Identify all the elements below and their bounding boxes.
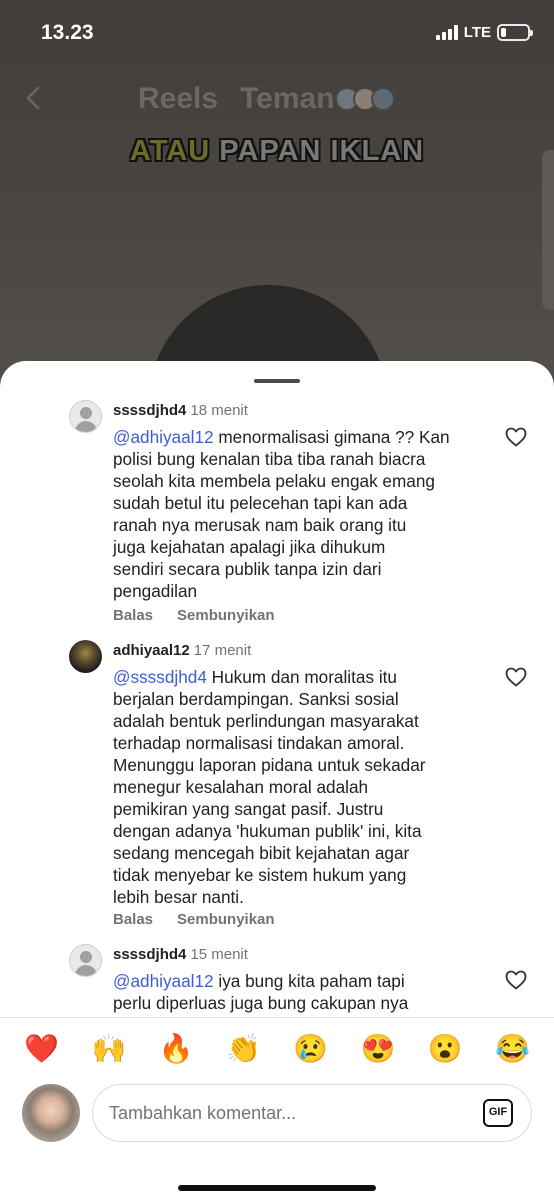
status-indicators: LTE xyxy=(435,24,533,41)
reaction-clapping[interactable]: 👏 xyxy=(223,1032,263,1066)
tab-reels[interactable]: Reels xyxy=(138,82,218,116)
comment-line: adalah bentuk perlindungan masyarakat xyxy=(113,711,419,731)
comment-time: 18 menit xyxy=(190,402,248,419)
home-indicator xyxy=(178,1185,376,1191)
comment-mention[interactable]: @ssssdjhd4 xyxy=(113,667,207,687)
comment-line: menegur kesalahan moral adalah xyxy=(113,777,369,797)
reply-button[interactable]: Balas xyxy=(113,607,153,624)
comment-actions: Balas Sembunyikan xyxy=(113,607,275,624)
battery-icon xyxy=(497,24,533,41)
hide-button[interactable]: Sembunyikan xyxy=(177,911,275,928)
back-arrow-icon[interactable] xyxy=(22,86,46,110)
reel-caption-highlight: ATAU xyxy=(129,135,211,167)
comment-mention[interactable]: @adhiyaal12 xyxy=(113,427,214,447)
network-type: LTE xyxy=(463,24,491,41)
comment-username[interactable]: ssssdjhd4 xyxy=(113,946,186,963)
current-user-avatar xyxy=(22,1084,80,1142)
profile-photo[interactable] xyxy=(69,640,102,673)
hide-button[interactable]: Sembunyikan xyxy=(177,607,275,624)
comment-input[interactable] xyxy=(109,1085,469,1141)
comment-username[interactable]: ssssdjhd4 xyxy=(113,402,186,419)
reply-button[interactable]: Balas xyxy=(113,911,153,928)
comment-line: menormalisasi gimana ?? Kan xyxy=(213,427,450,447)
comment-text: @ssssdjhd4 Hukum dan moralitas itu berja… xyxy=(113,666,485,908)
reaction-crying[interactable]: 😢 xyxy=(291,1032,331,1066)
comment-line: Hukum dan moralitas itu xyxy=(206,667,397,687)
comment-time: 17 menit xyxy=(193,642,252,659)
tab-teman[interactable]: Teman xyxy=(240,82,334,116)
reaction-fire[interactable]: 🔥 xyxy=(156,1032,196,1066)
comment-line: sedang mencegah bibit kejahatan agar xyxy=(113,843,410,863)
cellular-signal-icon xyxy=(435,25,458,40)
gif-button[interactable]: GIF xyxy=(483,1099,513,1127)
comment-line: sendiri secara publik tanpa izin dari xyxy=(113,559,382,579)
comments-list[interactable]: ssssdjhd4 18 menit @adhiyaal12 menormalis… xyxy=(0,361,554,1017)
default-avatar-icon[interactable] xyxy=(69,944,102,977)
reaction-laughing[interactable]: 😂 xyxy=(492,1032,532,1066)
comment-header: adhiyaal12 17 menit xyxy=(113,642,251,659)
reaction-heart-eyes[interactable]: 😍 xyxy=(358,1032,398,1066)
comment-line: lebih besar nanti. xyxy=(113,887,244,907)
comment-line: ranah nya merusak nam baik orang itu xyxy=(113,515,407,535)
reel-caption-overlay: ATAU PAPAN IKLAN xyxy=(0,135,554,168)
heart-icon[interactable] xyxy=(504,665,528,689)
comment-header: ssssdjhd4 18 menit xyxy=(113,402,248,419)
reaction-surprised[interactable]: 😮 xyxy=(425,1032,465,1066)
comment-line: dengan adanya 'hukuman publik' ini, kita xyxy=(113,821,422,841)
comment-line: tidak menyebar ke sistem hukum yang xyxy=(113,865,407,885)
comment-mention[interactable]: @adhiyaal12 xyxy=(113,971,214,991)
reaction-raised-hands[interactable]: 🙌 xyxy=(89,1032,129,1066)
heart-icon[interactable] xyxy=(504,968,528,992)
comment-text: @adhiyaal12 iya bung kita paham tapi per… xyxy=(113,970,485,1014)
comment-line: Menunggu laporan pidana untuk sekadar xyxy=(113,755,426,775)
comment-line: terhadap normalisasi tindakan amoral. xyxy=(113,733,405,753)
reaction-heart[interactable]: ❤️ xyxy=(22,1032,62,1066)
comment-line: iya bung kita paham tapi xyxy=(213,971,405,991)
reel-video-decor xyxy=(542,150,554,310)
comment-line: pengadilan xyxy=(113,581,198,601)
friend-avatars xyxy=(334,87,395,111)
quick-reactions: ❤️ 🙌 🔥 👏 😢 😍 😮 😂 xyxy=(0,1029,554,1069)
comment-line: perlu diperluas juga bung cakupan nya xyxy=(113,993,409,1013)
comment-line: polisi bung kenalan tiba tiba ranah biac… xyxy=(113,449,426,469)
reel-caption-text: PAPAN IKLAN xyxy=(219,135,425,167)
comment-line: pemikiran yang sangat pasif. Justru xyxy=(113,799,384,819)
comment-line: sudah betul itu pelecehan tapi kan ada xyxy=(113,493,408,513)
status-time: 13.23 xyxy=(41,21,94,44)
comment-time: 15 menit xyxy=(190,946,248,963)
reels-top-nav: Reels Teman xyxy=(0,78,554,122)
heart-icon[interactable] xyxy=(504,425,528,449)
status-bar: 13.23 LTE xyxy=(0,0,554,66)
comment-line: berjalan berdampingan. Sanksi sosial xyxy=(113,689,399,709)
composer-divider xyxy=(0,1017,554,1018)
comment-actions: Balas Sembunyikan xyxy=(113,911,275,928)
comment-line: seolah kita membela pelaku engak emang xyxy=(113,471,435,491)
comment-username[interactable]: adhiyaal12 xyxy=(113,642,190,659)
default-avatar-icon[interactable] xyxy=(69,400,102,433)
comment-text: @adhiyaal12 menormalisasi gimana ?? Kan … xyxy=(113,426,485,602)
comments-sheet: ssssdjhd4 18 menit @adhiyaal12 menormalis… xyxy=(0,361,554,1200)
comment-line: juga kejahatan apalagi jika dihukum xyxy=(113,537,386,557)
comment-composer: GIF xyxy=(92,1084,532,1142)
comment-header: ssssdjhd4 15 menit xyxy=(113,946,248,963)
reels-tabs: Reels Teman xyxy=(138,82,395,116)
